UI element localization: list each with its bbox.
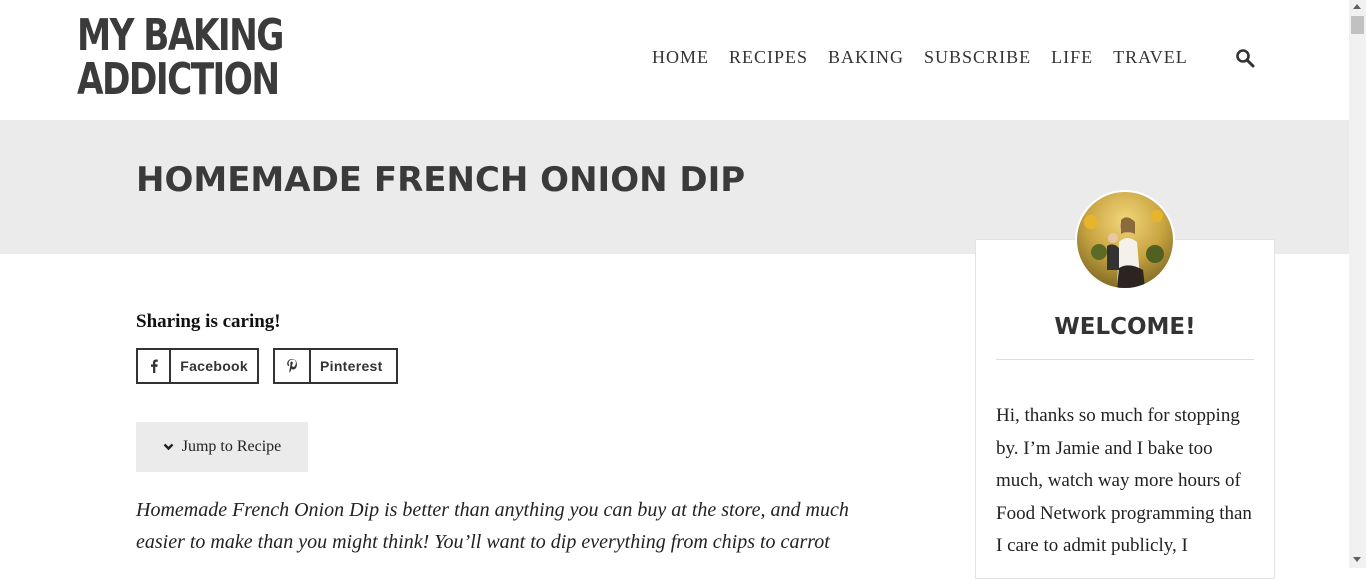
- welcome-divider: [996, 359, 1254, 360]
- jump-to-recipe-button[interactable]: Jump to Recipe: [136, 422, 308, 472]
- pinterest-icon: [275, 350, 311, 382]
- facebook-icon: [138, 350, 172, 382]
- author-avatar: [1075, 190, 1175, 290]
- intro-paragraph: Homemade French Onion Dip is better than…: [136, 499, 849, 553]
- scrollbar[interactable]: [1349, 0, 1366, 568]
- logo-line-2: ADDICTION: [77, 54, 280, 105]
- scroll-down-icon[interactable]: [1353, 557, 1361, 562]
- welcome-text: Hi, thanks so much for stopping by. I’m …: [996, 405, 1252, 556]
- site-header: MY BAKING ADDICTION HOME RECIPES BAKING …: [0, 0, 1349, 120]
- nav-item-baking[interactable]: BAKING: [828, 47, 904, 68]
- pinterest-share-button[interactable]: Pinterest: [273, 348, 398, 384]
- nav-item-life[interactable]: LIFE: [1051, 47, 1093, 68]
- site-logo[interactable]: MY BAKING ADDICTION: [77, 14, 341, 102]
- scrollbar-thumb[interactable]: [1351, 16, 1364, 34]
- nav-item-travel[interactable]: TRAVEL: [1113, 47, 1188, 68]
- facebook-label: Facebook: [180, 358, 248, 374]
- logo-line-1: MY BAKING: [77, 10, 284, 61]
- nav-item-recipes[interactable]: RECIPES: [729, 47, 808, 68]
- pinterest-label: Pinterest: [320, 358, 383, 374]
- scroll-up-icon[interactable]: [1353, 4, 1361, 9]
- search-icon[interactable]: [1235, 48, 1255, 68]
- share-label: Sharing is caring!: [136, 311, 281, 332]
- nav-item-home[interactable]: HOME: [652, 47, 709, 68]
- nav-item-subscribe[interactable]: SUBSCRIBE: [924, 47, 1031, 68]
- welcome-title: WELCOME!: [1054, 314, 1196, 340]
- chevron-down-icon: [163, 443, 174, 451]
- facebook-share-button[interactable]: Facebook: [136, 348, 259, 384]
- jump-to-recipe-label: Jump to Recipe: [181, 438, 282, 455]
- page-title: HOMEMADE FRENCH ONION DIP: [136, 160, 746, 200]
- main-nav: HOME RECIPES BAKING SUBSCRIBE LIFE TRAVE…: [652, 47, 1208, 68]
